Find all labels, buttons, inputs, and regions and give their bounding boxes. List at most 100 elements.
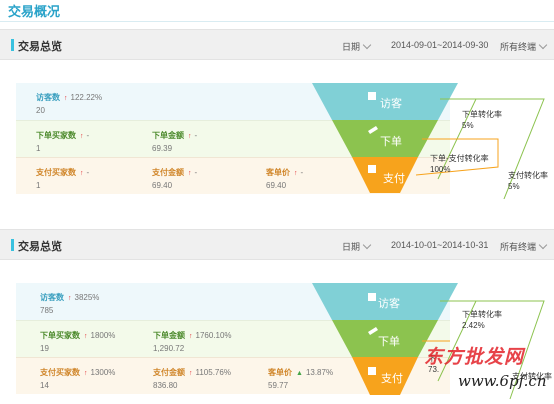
visitors-metric: 访客数 ↑ 122.22% 20	[36, 92, 102, 115]
metric-label: 客单价	[268, 368, 292, 377]
date-filter-label: 日期	[342, 242, 361, 252]
metric-change: 122.22%	[70, 93, 103, 102]
metric-label: 支付买家数	[36, 168, 76, 177]
chevron-down-icon	[362, 40, 372, 50]
rate-label: 下单转化率	[462, 110, 502, 119]
metric-label: 访客数	[36, 93, 60, 102]
funnel-pay-label: 支付	[381, 373, 403, 385]
terminal-filter-dropdown[interactable]: 所有终端	[500, 40, 548, 53]
rate-value: 2.42%	[462, 321, 485, 330]
date-filter-label: 日期	[342, 42, 361, 52]
payment-icon	[368, 367, 376, 375]
chevron-down-icon	[538, 40, 548, 50]
trade-overview-panel-1: 交易总览 日期 2014-09-01~2014-09-30 所有终端 访客数 ↑ 1…	[0, 29, 554, 199]
arrow-up-icon: ↑	[188, 170, 192, 177]
rate-value: 100%	[430, 165, 451, 174]
metric-value: 69.40	[266, 181, 287, 190]
funnel-visit-label: 访客	[378, 298, 400, 310]
arrow-up-icon: ↑	[188, 133, 192, 140]
date-filter-dropdown[interactable]: 日期	[342, 240, 372, 253]
header-accent-bar	[11, 39, 14, 51]
user-icon	[368, 293, 376, 301]
pay-buyers-metric: 支付买家数 ↑ - 1	[36, 167, 89, 190]
arrow-up-icon: ↑	[68, 295, 72, 302]
date-range-picker[interactable]: 2014-10-01~2014-10-31	[391, 240, 488, 250]
metric-label: 下单买家数	[40, 331, 80, 340]
order-buyers-metric: 下单买家数 ↑ 1800% 19	[40, 330, 115, 353]
page-title: 交易概况	[8, 4, 61, 19]
rate-label: 下单转化率	[462, 310, 502, 319]
arrow-up-icon: ↑	[84, 370, 88, 377]
title-divider	[0, 21, 554, 22]
metric-value: 14	[40, 381, 49, 390]
terminal-filter-label: 所有终端	[500, 242, 537, 252]
pay-buyers-metric: 支付买家数 ↑ 1300% 14	[40, 367, 115, 390]
panel-header: 交易总览 日期 2014-09-01~2014-09-30 所有终端	[0, 29, 554, 60]
metric-change: 3825%	[74, 293, 100, 302]
metric-label: 访客数	[40, 293, 64, 302]
arrow-up-icon: ↑	[84, 333, 88, 340]
metric-change: -	[86, 168, 90, 177]
order-buyers-metric: 下单买家数 ↑ - 1	[36, 130, 89, 153]
date-range-picker[interactable]: 2014-09-01~2014-09-30	[391, 40, 488, 50]
rate-value: 5%	[508, 182, 520, 191]
order-conversion-rate: 下单转化率 2.42%	[462, 309, 502, 331]
metric-label: 支付金额	[153, 368, 185, 377]
metric-value: 69.39	[152, 144, 173, 153]
metric-value: 1	[36, 181, 41, 190]
metric-value: 836.80	[153, 381, 178, 390]
header-accent-bar	[11, 239, 14, 251]
metric-change: 1760.10%	[195, 331, 232, 340]
metric-change: 1105.76%	[195, 368, 231, 377]
rate-label: 支付转化率	[508, 171, 548, 180]
metric-value: 1	[36, 144, 41, 153]
arrow-up-icon: ↑	[80, 133, 84, 140]
metric-value: 785	[40, 306, 54, 315]
unit-price-metric: 客单价 ↑ - 69.40	[266, 167, 303, 190]
order-amount-metric: 下单金额 ↑ - 69.39	[152, 130, 197, 153]
metric-value: 69.40	[152, 181, 173, 190]
metric-change: -	[194, 168, 198, 177]
metric-label: 支付买家数	[40, 368, 80, 377]
metric-label: 下单金额	[153, 331, 185, 340]
pay-amount-metric: 支付金额 ↑ 1105.76% 836.80	[153, 367, 231, 390]
metric-change: 1300%	[90, 368, 116, 377]
visitors-metric: 访客数 ↑ 3825% 785	[40, 292, 99, 315]
pay-amount-metric: 支付金额 ↑ - 69.40	[152, 167, 197, 190]
metric-value: 19	[40, 344, 49, 353]
order-amount-metric: 下单金额 ↑ 1760.10% 1,290.72	[153, 330, 232, 353]
watermark-url: www.6pf.cn	[458, 372, 547, 390]
rate-label: 下单-支付转化率	[430, 154, 489, 163]
metric-change: -	[194, 131, 198, 140]
metric-label: 客单价	[266, 168, 290, 177]
chevron-down-icon	[538, 240, 548, 250]
order-conversion-rate: 下单转化率 5%	[462, 109, 502, 131]
arrow-up-icon: ↑	[189, 370, 193, 377]
watermark-logo-text: 东方批发网	[424, 346, 525, 368]
metric-value: 1,290.72	[153, 344, 185, 353]
metric-label: 支付金额	[152, 168, 184, 177]
panel-title: 交易总览	[18, 241, 62, 253]
funnel-pay-label: 支付	[383, 173, 405, 185]
arrow-up-icon: ↑	[64, 95, 68, 102]
funnel-order-label: 下单	[378, 336, 400, 348]
panel-title: 交易总览	[18, 41, 62, 53]
payment-icon	[368, 165, 376, 173]
rate-value: 5%	[462, 121, 474, 130]
metric-change: -	[86, 131, 90, 140]
arrow-up-icon: ↑	[80, 170, 84, 177]
terminal-filter-label: 所有终端	[500, 42, 537, 52]
metric-change: 1800%	[90, 331, 116, 340]
terminal-filter-dropdown[interactable]: 所有终端	[500, 240, 548, 253]
metric-value: 20	[36, 106, 45, 115]
order-pay-conversion-rate: 下单-支付转化率 100%	[430, 153, 489, 175]
funnel-visit-label: 访客	[380, 98, 402, 110]
arrow-up-icon: ↑	[189, 333, 193, 340]
metric-label: 下单金额	[152, 131, 184, 140]
pay-conversion-rate: 支付转化率 5%	[508, 170, 548, 192]
chevron-down-icon	[362, 240, 372, 250]
user-icon	[368, 92, 376, 100]
panel-header: 交易总览 日期 2014-10-01~2014-10-31 所有终端	[0, 229, 554, 260]
date-filter-dropdown[interactable]: 日期	[342, 40, 372, 53]
arrow-up-icon: ↑	[294, 170, 298, 177]
